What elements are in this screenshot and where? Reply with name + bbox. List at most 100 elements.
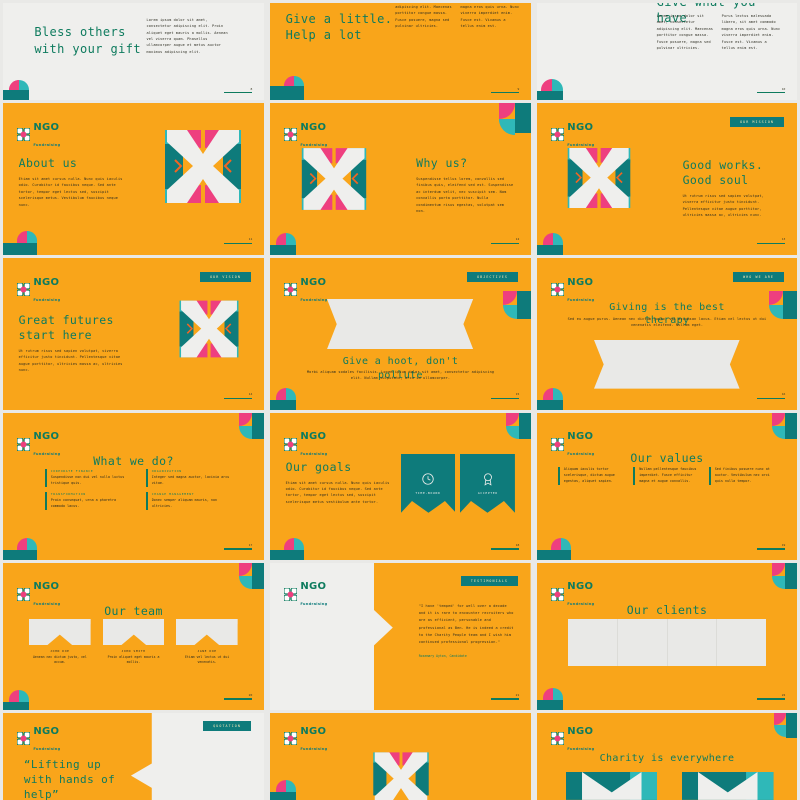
slide-our-goals[interactable]: NGO Fundraising Our goals Etiam sit amet… bbox=[270, 413, 531, 560]
slide-give-a-little[interactable]: Give a little. Help a lot amet, consecte… bbox=[270, 3, 531, 100]
team-member-card[interactable]: JOHN DOE Aenean nec dictum justo, vel ac… bbox=[29, 618, 91, 666]
client-logo-placeholder[interactable] bbox=[568, 618, 618, 666]
slide-good-works[interactable]: NGO Fundraising OUR MISSION Good works. … bbox=[537, 103, 797, 255]
client-logo-placeholder[interactable] bbox=[617, 618, 668, 666]
badge-who-we-are[interactable]: WHO WE ARE bbox=[733, 271, 784, 282]
ngo-logo-icon bbox=[550, 126, 565, 142]
slide-testimonials[interactable]: NGO Fundraising TESTIMONIALS "I have 'te… bbox=[270, 563, 531, 710]
team-member-card[interactable]: JANE DOE Etiam vel lectus ut dui venenat… bbox=[176, 618, 238, 666]
slide-title: Good works. Good soul bbox=[682, 157, 764, 188]
slide-cell[interactable]: Give a little. Help a lot amet, consecte… bbox=[267, 0, 534, 100]
slide-cell[interactable]: NGO Fundraising Our values Aliquam iacul… bbox=[534, 410, 800, 560]
team-member-card[interactable]: JOHN SMITH Proin aliquet eget mauris a m… bbox=[102, 618, 165, 666]
slide-what-we-do[interactable]: NGO Fundraising What we do? CORPORATE FI… bbox=[3, 413, 264, 560]
feature-text: Donec semper aliquam mauris, non ultrici… bbox=[151, 497, 218, 508]
page-number: 10 bbox=[781, 87, 786, 92]
client-logo-placeholder[interactable] bbox=[717, 618, 766, 666]
brand-logo: NGO Fundraising bbox=[16, 272, 60, 304]
badge-quotation[interactable]: QUOTATION bbox=[203, 720, 251, 731]
slide-our-values[interactable]: NGO Fundraising Our values Aliquam iacul… bbox=[537, 413, 797, 560]
ngo-logo-icon bbox=[550, 586, 565, 602]
slide-cell[interactable]: NGO Fundraising Our goals Etiam sit amet… bbox=[267, 410, 534, 560]
logo-name: NGO bbox=[300, 725, 327, 737]
slide-cell[interactable]: NGO Fundraising TESTIMONIALS "I have 'te… bbox=[267, 560, 534, 710]
x-graphic bbox=[147, 124, 259, 213]
corner-decoration-top bbox=[767, 563, 797, 599]
corner-decoration bbox=[3, 223, 51, 255]
slide-cell[interactable]: NGO Fundraising OUR MISSION Good works. … bbox=[534, 100, 800, 255]
slide-cell[interactable]: NGO Fundraising Charity is everywhere bbox=[534, 710, 800, 800]
slide-give-a-hoot[interactable]: NGO Fundraising OBJECTIVES Give a hoot, … bbox=[270, 258, 531, 410]
slide-cell[interactable]: NGO Fundraising bbox=[267, 100, 534, 255]
team-member-desc: Proin aliquet eget mauris a mollis. bbox=[107, 654, 160, 665]
slide-cell[interactable]: NGO Fundraising Our clients 22 bbox=[534, 560, 800, 710]
ngo-logo-icon bbox=[550, 281, 565, 297]
page-number: 16 bbox=[781, 392, 786, 397]
slide-cell[interactable]: NGO Fundraising WHO WE ARE Giving is the… bbox=[534, 255, 800, 410]
page-number: 9 bbox=[517, 87, 520, 92]
slide-great-futures[interactable]: NGO Fundraising OUR VISION Great futures… bbox=[3, 258, 264, 410]
slide-our-team[interactable]: NGO Fundraising Our team JOHN DOE Aenean… bbox=[3, 563, 264, 710]
logo-tagline: Fundraising bbox=[300, 602, 328, 607]
accent-bar bbox=[557, 467, 560, 486]
feature-item: CHANGE MANAGEMENT Donec semper aliquam m… bbox=[145, 491, 233, 510]
accent-bar bbox=[44, 468, 47, 487]
slide-title: Give a hoot, don't bbox=[342, 356, 459, 368]
logo-tagline: Fundraising bbox=[567, 602, 595, 607]
corner-decoration bbox=[270, 229, 310, 255]
ngo-logo-icon bbox=[16, 586, 31, 602]
corner-decoration bbox=[3, 532, 47, 560]
goal-card[interactable]: ACCEPTED bbox=[460, 454, 516, 513]
slide-cell[interactable]: NGO Fundraising bbox=[0, 100, 267, 255]
slide-cell[interactable]: NGO Fundraising QUOTATION “Lifting up wi… bbox=[0, 710, 267, 800]
slide-giving-is-the-best[interactable]: NGO Fundraising WHO WE ARE Giving is the… bbox=[537, 258, 797, 410]
slide-body-left: amet, consectetuer adipiscing elit. Maec… bbox=[395, 4, 452, 29]
badge-testimonials[interactable]: TESTIMONIALS bbox=[460, 576, 518, 587]
logo-tagline: Fundraising bbox=[33, 746, 61, 751]
slide-body: Ut rutrum risus sed sapien volutpat, viv… bbox=[18, 348, 123, 373]
client-logo-placeholder[interactable] bbox=[667, 618, 718, 666]
badge-our-mission[interactable]: OUR MISSION bbox=[730, 116, 784, 127]
slide-lifting-up[interactable]: NGO Fundraising QUOTATION “Lifting up wi… bbox=[3, 713, 264, 800]
page-number: 22 bbox=[781, 692, 786, 697]
slide-cell[interactable]: NGO Fundraising OUR VISION Great futures… bbox=[0, 255, 267, 410]
slide-cell[interactable]: NGO Fundraising bbox=[267, 710, 534, 800]
slide-body: Sed eu augue purus. Aenean nec dictum ju… bbox=[567, 316, 767, 328]
slide-give-what-you-have[interactable]: Give what you have Lorem ipsum dolor sit… bbox=[537, 3, 797, 100]
slide-our-clients[interactable]: NGO Fundraising Our clients 22 bbox=[537, 563, 797, 710]
ngo-logo-icon bbox=[550, 730, 565, 746]
ngo-logo-icon bbox=[283, 730, 298, 746]
slide-cell[interactable]: Give what you have Lorem ipsum dolor sit… bbox=[534, 0, 800, 100]
slide-cell[interactable]: NGO Fundraising What we do? CORPORATE FI… bbox=[0, 410, 267, 560]
logo-tagline: Fundraising bbox=[300, 297, 328, 302]
corner-decoration bbox=[270, 72, 314, 100]
corner-decoration bbox=[537, 384, 577, 410]
slide-about-us[interactable]: NGO Fundraising About us Etiam sit amet … bbox=[3, 103, 264, 255]
slide-why-us[interactable]: NGO Fundraising Why us? Suspendisse tell… bbox=[270, 103, 531, 255]
brand-logo: NGO Fundraising bbox=[550, 117, 594, 149]
feature-item: CORPORATE FINANCE Suspendisse non dui ve… bbox=[44, 468, 132, 487]
badge-objectives[interactable]: OBJECTIVES bbox=[467, 271, 518, 282]
page-number: 18 bbox=[515, 542, 520, 547]
ngo-logo-icon bbox=[16, 126, 31, 142]
slide-bless-others[interactable]: Bless others with your gift Lorem ipsum … bbox=[3, 3, 264, 100]
slide-cell[interactable]: NGO Fundraising Our team JOHN DOE Aenean… bbox=[0, 560, 267, 710]
slide-body-right: libero, sit amet commodo magna eros quis… bbox=[460, 4, 520, 29]
slide-blank-x[interactable]: NGO Fundraising bbox=[270, 713, 531, 800]
slide-charity-is-everywhere[interactable]: NGO Fundraising Charity is everywhere bbox=[537, 713, 797, 800]
logo-name: NGO bbox=[300, 276, 327, 288]
team-member-desc: Etiam vel lectus ut dui venenatis. bbox=[185, 654, 230, 665]
logo-tagline: Fundraising bbox=[300, 746, 328, 751]
photo-frames bbox=[565, 772, 774, 800]
goal-card[interactable]: TIME-BOUND bbox=[400, 454, 456, 513]
corner-decoration bbox=[537, 229, 577, 255]
slide-body-right: Purus lectus malesuada libero, sit amet … bbox=[721, 13, 781, 51]
corner-decoration-top bbox=[234, 413, 264, 449]
team-photo-placeholder bbox=[176, 618, 238, 645]
page-rule bbox=[224, 698, 253, 700]
logo-tagline: Fundraising bbox=[300, 452, 328, 457]
slide-cell[interactable]: Bless others with your gift Lorem ipsum … bbox=[0, 0, 267, 100]
badge-our-vision[interactable]: OUR VISION bbox=[200, 271, 251, 282]
slide-cell[interactable]: NGO Fundraising OBJECTIVES Give a hoot, … bbox=[267, 255, 534, 410]
corner-decoration-top bbox=[767, 413, 797, 449]
